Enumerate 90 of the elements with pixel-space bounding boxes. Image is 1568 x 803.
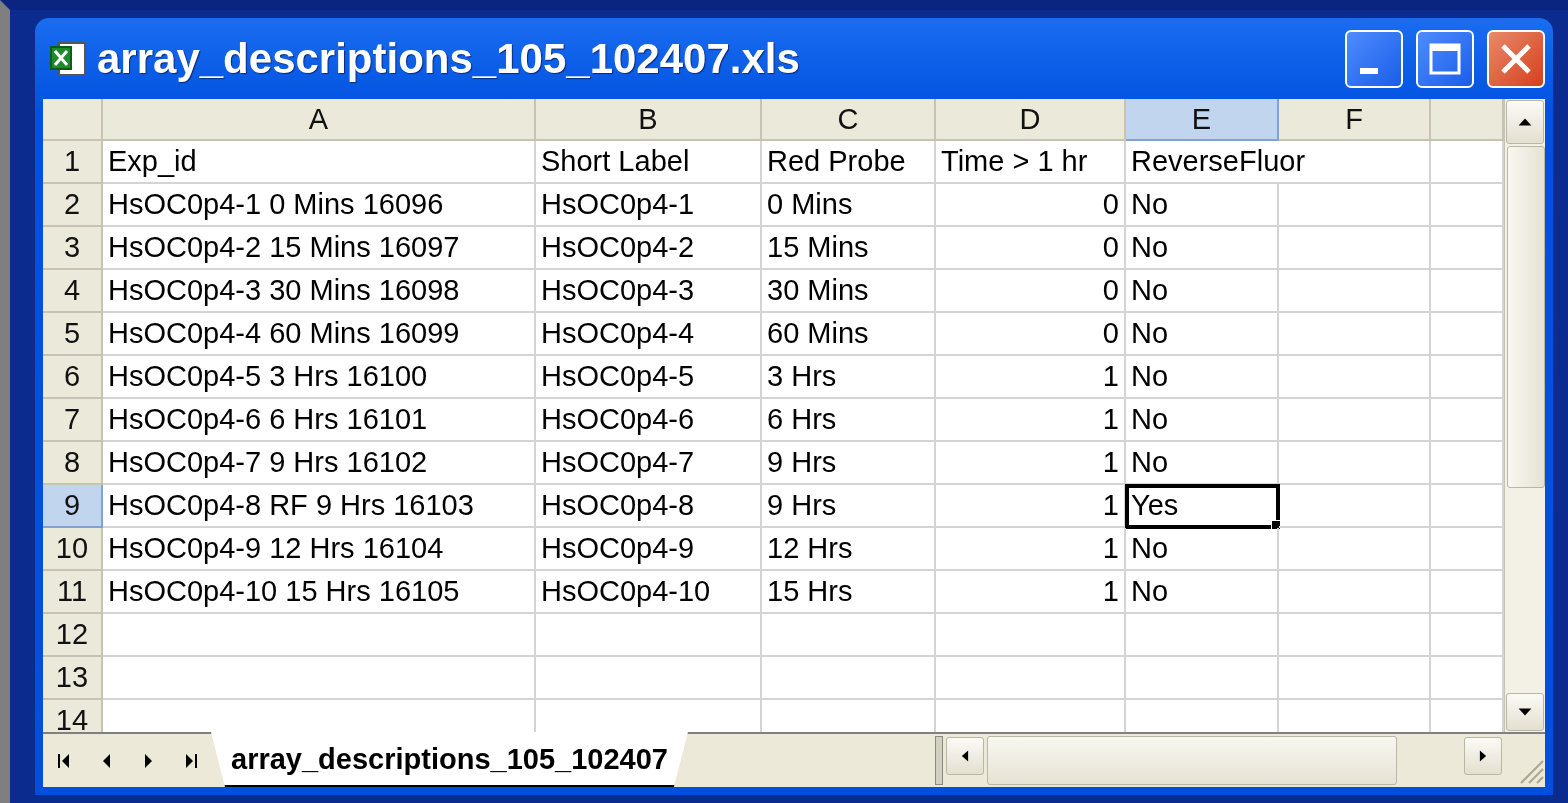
table-cell: Short Label xyxy=(536,141,762,184)
table-cell: HsOC0p4-1 xyxy=(536,184,762,227)
table-cell: HsOC0p4-2 xyxy=(536,227,762,270)
table-cell: 15 Hrs xyxy=(762,571,936,614)
table-cell: HsOC0p4-3 30 Mins 16098 xyxy=(103,270,536,313)
table-cell: No xyxy=(1126,356,1279,399)
table-cell: HsOC0p4-3 xyxy=(536,270,762,313)
scrollbar-thumb[interactable] xyxy=(1507,146,1545,488)
row-header[interactable]: 10 xyxy=(43,528,103,571)
table-cell: No xyxy=(1126,270,1279,313)
row-header[interactable]: 2 xyxy=(43,184,103,227)
table-cell: 1 xyxy=(936,399,1126,442)
table-cell: No xyxy=(1126,442,1279,485)
table-cell: 0 Mins xyxy=(762,184,936,227)
table-cell: No xyxy=(1126,399,1279,442)
row-header[interactable]: 8 xyxy=(43,442,103,485)
table-cell: HsOC0p4-9 xyxy=(536,528,762,571)
table-cell: 1 xyxy=(936,442,1126,485)
row-header[interactable]: 11 xyxy=(43,571,103,614)
table-cell: 9 Hrs xyxy=(762,485,936,528)
column-header[interactable]: B xyxy=(536,99,762,141)
table-cell: HsOC0p4-8 RF 9 Hrs 16103 xyxy=(103,485,536,528)
table-cell: 60 Mins xyxy=(762,313,936,356)
selected-cell: Yes xyxy=(1126,485,1279,528)
table-cell: HsOC0p4-9 12 Hrs 16104 xyxy=(103,528,536,571)
table-cell: 15 Mins xyxy=(762,227,936,270)
row-header[interactable]: 13 xyxy=(43,657,103,700)
vertical-scrollbar[interactable] xyxy=(1504,99,1545,732)
table-cell: HsOC0p4-8 xyxy=(536,485,762,528)
table-cell: HsOC0p4-5 xyxy=(536,356,762,399)
table-cell: No xyxy=(1126,313,1279,356)
table-cell: 12 Hrs xyxy=(762,528,936,571)
row-header[interactable]: 1 xyxy=(43,141,103,184)
column-header[interactable]: A xyxy=(103,99,536,141)
minimize-icon xyxy=(1360,67,1378,74)
row-header[interactable]: 5 xyxy=(43,313,103,356)
table-cell: HsOC0p4-2 15 Mins 16097 xyxy=(103,227,536,270)
row-header[interactable]: 9 xyxy=(43,485,103,528)
maximize-button[interactable] xyxy=(1416,29,1474,88)
table-cell: HsOC0p4-10 15 Hrs 16105 xyxy=(103,571,536,614)
scroll-right-button[interactable] xyxy=(1464,737,1502,775)
table-cell: 1 xyxy=(936,356,1126,399)
table-cell: HsOC0p4-10 xyxy=(536,571,762,614)
column-header[interactable]: C xyxy=(762,99,936,141)
scrollbar-thumb[interactable] xyxy=(987,736,1397,785)
row-header[interactable]: 3 xyxy=(43,227,103,270)
table-cell: 0 xyxy=(936,227,1126,270)
row-header[interactable]: 12 xyxy=(43,614,103,657)
window-title: array_descriptions_105_102407.xls xyxy=(97,34,801,83)
table-cell: HsOC0p4-4 60 Mins 16099 xyxy=(103,313,536,356)
table-cell: Red Probe xyxy=(762,141,936,184)
column-header[interactable]: E xyxy=(1126,99,1279,141)
table-cell: 9 Hrs xyxy=(762,442,936,485)
table-cell: No xyxy=(1126,184,1279,227)
table-cell: ReverseFluor xyxy=(1126,141,1431,184)
table-cell: Exp_id xyxy=(103,141,536,184)
table-cell: 30 Mins xyxy=(762,270,936,313)
table-cell: No xyxy=(1126,528,1279,571)
table-cell: 1 xyxy=(936,485,1126,528)
close-button[interactable] xyxy=(1487,29,1545,88)
table-cell: HsOC0p4-1 0 Mins 16096 xyxy=(103,184,536,227)
column-header[interactable]: F xyxy=(1279,99,1431,141)
table-cell: HsOC0p4-7 xyxy=(536,442,762,485)
scroll-up-button[interactable] xyxy=(1506,100,1544,144)
maximize-icon xyxy=(1428,41,1462,76)
table-cell: 0 xyxy=(936,313,1126,356)
row-header[interactable]: 6 xyxy=(43,356,103,399)
scroll-down-button[interactable] xyxy=(1506,693,1544,731)
table-cell: HsOC0p4-6 6 Hrs 16101 xyxy=(103,399,536,442)
row-header[interactable]: 7 xyxy=(43,399,103,442)
table-cell: 6 Hrs xyxy=(762,399,936,442)
table-cell: HsOC0p4-4 xyxy=(536,313,762,356)
sheet-tab[interactable]: array_descriptions_105_102407 xyxy=(211,732,688,787)
table-cell: 1 xyxy=(936,528,1126,571)
table-cell: 0 xyxy=(936,270,1126,313)
table-cell: 1 xyxy=(936,571,1126,614)
column-header[interactable]: D xyxy=(936,99,1126,141)
scroll-left-button[interactable] xyxy=(946,737,984,775)
table-cell: HsOC0p4-6 xyxy=(536,399,762,442)
table-cell: Time > 1 hr xyxy=(936,141,1126,184)
table-cell: 0 xyxy=(936,184,1126,227)
table-cell: No xyxy=(1126,227,1279,270)
close-icon xyxy=(1499,41,1533,76)
table-cell: 3 Hrs xyxy=(762,356,936,399)
row-header[interactable]: 4 xyxy=(43,270,103,313)
table-cell: No xyxy=(1126,571,1279,614)
table-cell: HsOC0p4-5 3 Hrs 16100 xyxy=(103,356,536,399)
row-header[interactable]: 14 xyxy=(43,700,103,732)
minimize-button[interactable] xyxy=(1345,29,1403,88)
table-cell: HsOC0p4-7 9 Hrs 16102 xyxy=(103,442,536,485)
